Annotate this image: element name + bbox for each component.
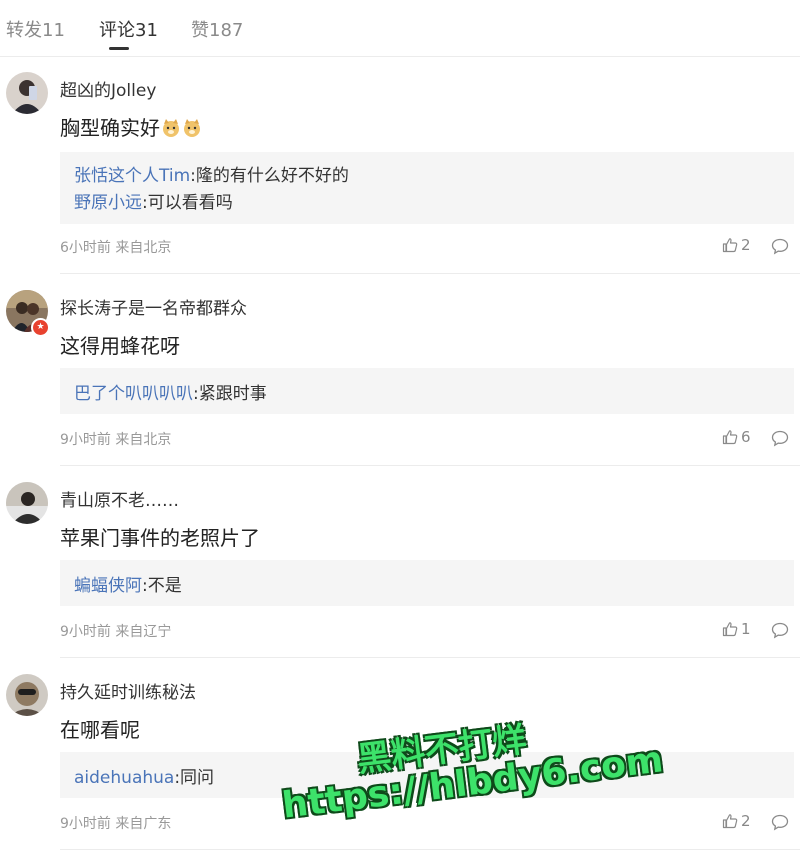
comment-icon[interactable] xyxy=(771,430,789,447)
comment-username[interactable]: 超凶的Jolley xyxy=(60,76,156,101)
comment-meta: 6小时前 来自北京 xyxy=(60,240,172,256)
avatar[interactable] xyxy=(6,482,48,524)
reply-text: :可以看看吗 xyxy=(142,193,233,213)
avatar-image xyxy=(6,674,48,716)
doge-icon xyxy=(184,119,200,137)
comment-icon[interactable] xyxy=(771,238,789,255)
reply-box[interactable]: 巴了个叭叭叭叭:紧跟时事 xyxy=(60,368,794,414)
avatar[interactable] xyxy=(6,674,48,716)
like-button[interactable]: 1 xyxy=(722,620,751,638)
tab-reposts[interactable]: 转发11 xyxy=(6,16,65,42)
active-tab-indicator xyxy=(109,47,129,50)
like-count: 2 xyxy=(741,812,751,830)
comment-username[interactable]: 探长涛子是一名帝都群众 xyxy=(60,294,247,319)
thumbs-up-icon xyxy=(722,238,738,253)
thumbs-up-icon xyxy=(722,814,738,829)
reply-username[interactable]: aidehuahua xyxy=(74,768,174,788)
tab-likes[interactable]: 赞187 xyxy=(191,16,243,42)
comment-icon[interactable] xyxy=(771,814,789,831)
comment-item: 青山原不老…… 苹果门事件的老照片了 蝙蝠侠阿:不是 9小时前 来自辽宁 1 xyxy=(0,466,800,658)
thumbs-up-icon xyxy=(722,622,738,637)
verified-badge-icon: ★ xyxy=(31,318,50,337)
reply-item: 张恬这个人Tim:隆的有什么好不好的 xyxy=(74,161,349,186)
reply-username[interactable]: 巴了个叭叭叭叭 xyxy=(74,384,193,404)
like-count: 2 xyxy=(741,236,751,254)
comment-meta: 9小时前 来自辽宁 xyxy=(60,624,172,640)
comment-meta: 9小时前 来自广东 xyxy=(60,816,172,832)
like-button[interactable]: 2 xyxy=(722,812,751,830)
comment-text: 在哪看呢 xyxy=(60,718,140,742)
reply-text: :同问 xyxy=(174,768,215,788)
reply-box[interactable]: aidehuahua:同问 xyxy=(60,752,794,798)
comment-icon[interactable] xyxy=(771,622,789,639)
comment-text: 这得用蜂花呀 xyxy=(60,334,180,358)
comment-text: 苹果门事件的老照片了 xyxy=(60,526,260,550)
like-count: 1 xyxy=(741,620,751,638)
comment-tabs: 转发11 评论31 赞187 xyxy=(0,0,800,57)
comment-username[interactable]: 持久延时训练秘法 xyxy=(60,678,196,703)
comment-item: 超凶的Jolley 胸型确实好 张恬这个人Tim:隆的有什么好不好的 野原小远:… xyxy=(0,56,800,274)
reply-username[interactable]: 蝙蝠侠阿 xyxy=(74,576,142,596)
reply-text: :不是 xyxy=(142,576,182,596)
like-button[interactable]: 6 xyxy=(722,428,751,446)
comment-meta: 9小时前 来自北京 xyxy=(60,432,172,448)
thumbs-up-icon xyxy=(722,430,738,445)
reply-item: 蝙蝠侠阿:不是 xyxy=(74,571,182,596)
reply-box[interactable]: 蝙蝠侠阿:不是 xyxy=(60,560,794,606)
reply-text: :隆的有什么好不好的 xyxy=(190,166,349,186)
divider xyxy=(60,849,800,850)
doge-icon xyxy=(163,119,179,137)
avatar[interactable] xyxy=(6,72,48,114)
reply-box[interactable]: 张恬这个人Tim:隆的有什么好不好的 野原小远:可以看看吗 xyxy=(60,152,794,224)
reply-text: :紧跟时事 xyxy=(193,384,267,404)
comment-username[interactable]: 青山原不老…… xyxy=(60,486,179,511)
avatar-image xyxy=(6,482,48,524)
like-count: 6 xyxy=(741,428,751,446)
tab-comments[interactable]: 评论31 xyxy=(99,16,158,42)
reply-username[interactable]: 张恬这个人Tim xyxy=(74,166,190,186)
comment-text: 胸型确实好 xyxy=(60,112,202,141)
reply-item: aidehuahua:同问 xyxy=(74,763,214,788)
comment-item: ★ 探长涛子是一名帝都群众 这得用蜂花呀 巴了个叭叭叭叭:紧跟时事 9小时前 来… xyxy=(0,274,800,466)
reply-username[interactable]: 野原小远 xyxy=(74,193,142,213)
like-button[interactable]: 2 xyxy=(722,236,751,254)
avatar-image xyxy=(6,72,48,114)
reply-item: 野原小远:可以看看吗 xyxy=(74,188,233,213)
comment-text-content: 胸型确实好 xyxy=(60,116,160,140)
reply-item: 巴了个叭叭叭叭:紧跟时事 xyxy=(74,379,267,404)
comment-item: 持久延时训练秘法 在哪看呢 aidehuahua:同问 9小时前 来自广东 2 xyxy=(0,658,800,858)
